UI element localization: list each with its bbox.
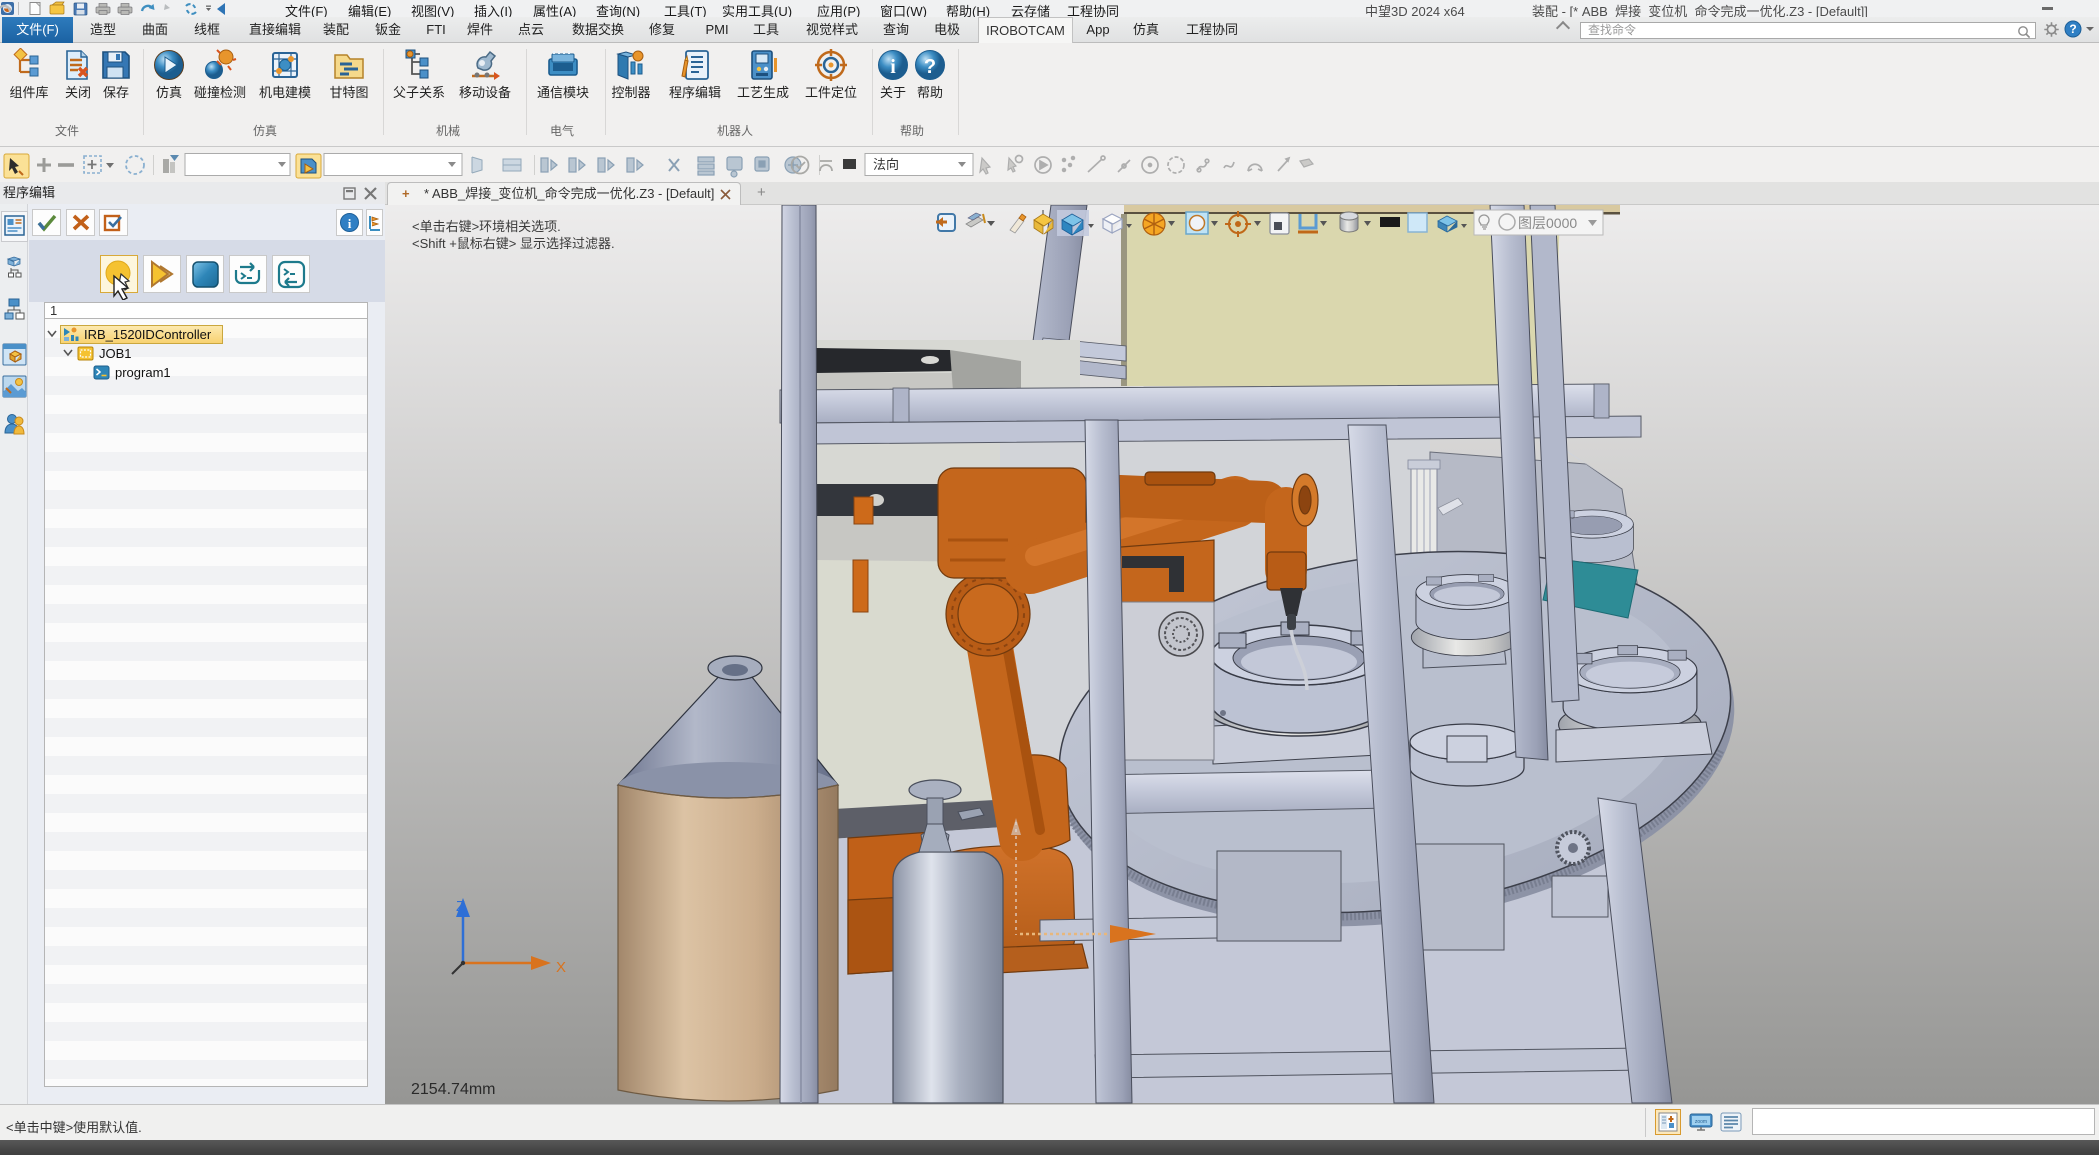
svg-text:i: i <box>348 216 352 231</box>
svg-text:?: ? <box>2069 22 2076 36</box>
svg-text:法向: 法向 <box>873 157 899 172</box>
svg-text:图层0000: 图层0000 <box>1518 215 1577 231</box>
svg-text:?: ? <box>924 56 936 78</box>
svg-text:Z: Z <box>456 898 465 915</box>
svg-text:zoom: zoom <box>1695 1119 1707 1125</box>
svg-text:X: X <box>556 959 566 976</box>
